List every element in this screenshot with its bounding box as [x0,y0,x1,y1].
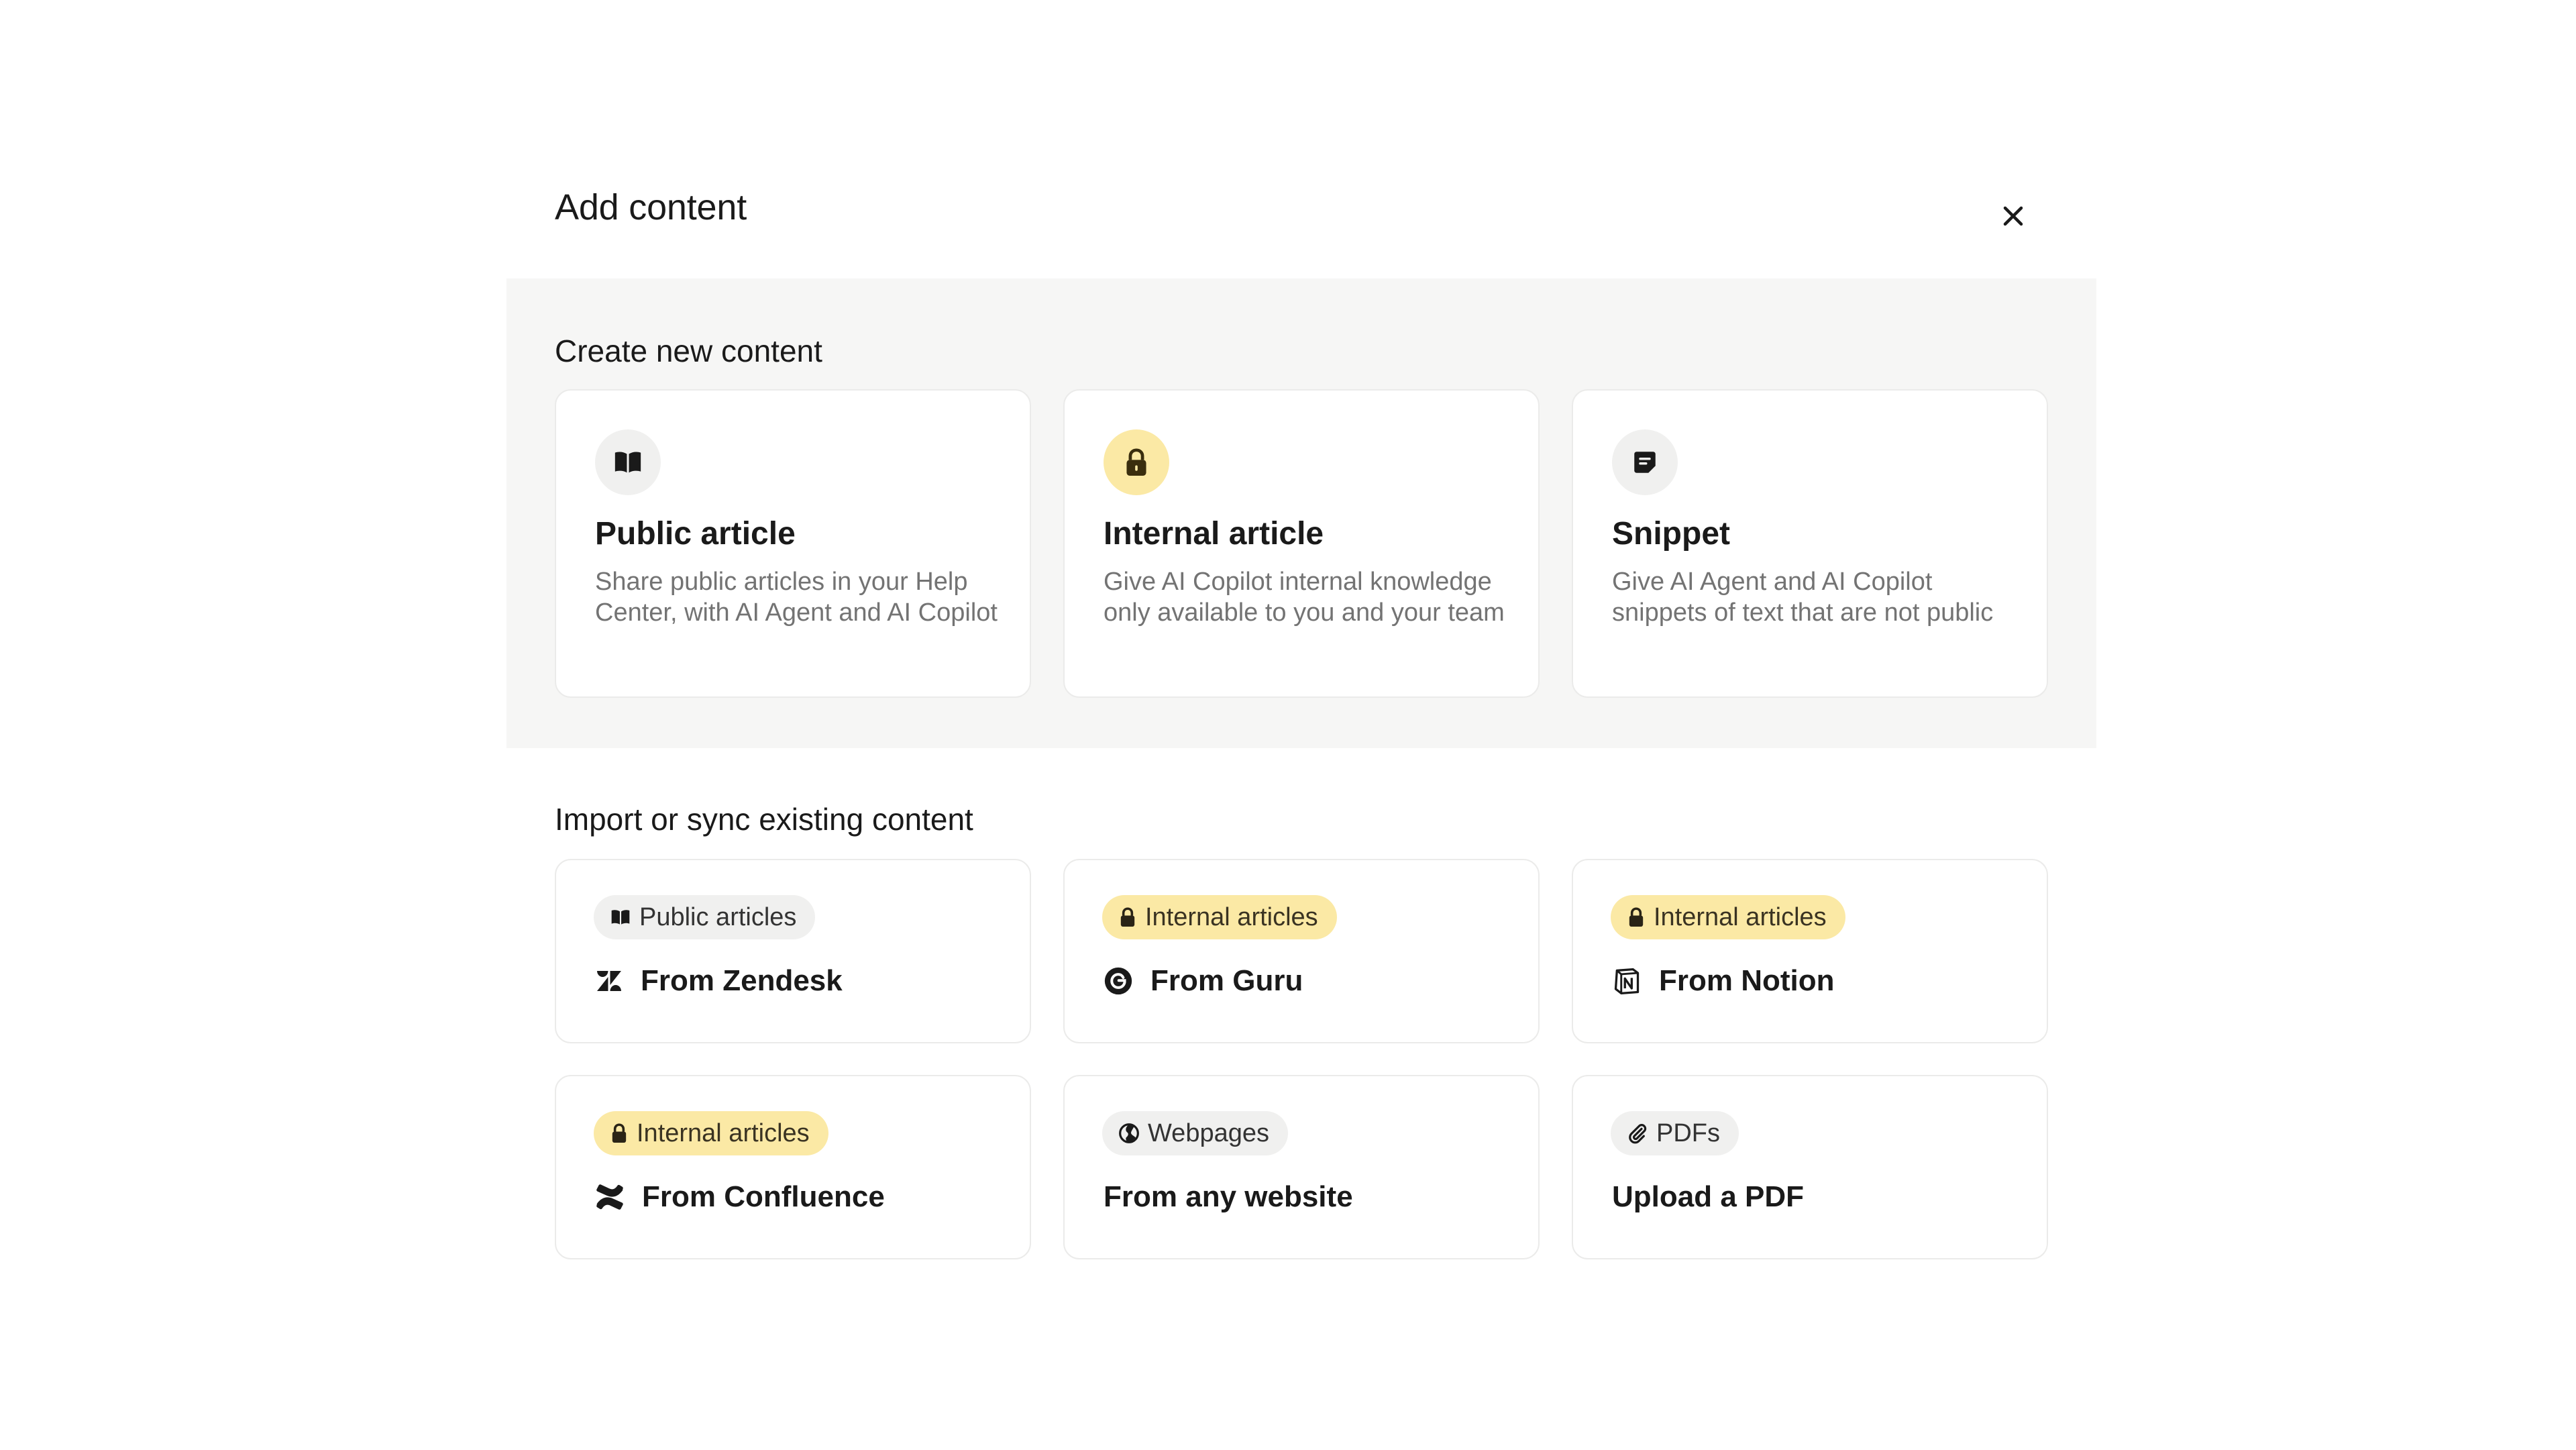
snippet-description: Give AI Agent and AI Copilot snippets of… [1612,568,1994,627]
upload-pdf-card[interactable]: PDFs Upload a PDF [1572,1075,2048,1259]
import-notion-card[interactable]: Internal articles From Notion [1572,859,2048,1043]
import-website-card[interactable]: Webpages From any website [1063,1075,1540,1259]
paperclip-icon [1629,1124,1647,1144]
lock-icon [1629,907,1644,927]
internal-article-icon-circle [1104,429,1169,495]
internal-article-title: Internal article [1104,516,1324,552]
internal-articles-badge: Internal articles [1102,895,1337,939]
upload-pdf-label: Upload a PDF [1612,1177,1804,1217]
badge-label: Internal articles [637,1119,810,1147]
badge-label: PDFs [1656,1119,1720,1147]
modal-title: Add content [555,187,747,227]
public-article-title: Public article [595,516,796,552]
import-section-title: Import or sync existing content [555,802,973,837]
import-notion-text: From Notion [1659,964,1835,997]
badge-label: Public articles [639,902,797,931]
badge-label: Internal articles [1145,902,1318,931]
create-section-title: Create new content [555,333,822,368]
import-zendesk-text: From Zendesk [641,964,843,997]
import-notion-label: From Notion [1612,961,1835,1001]
lock-icon [1120,907,1135,927]
guru-icon [1104,967,1132,995]
globe-icon [1119,1123,1139,1143]
notion-icon [1614,968,1640,994]
import-guru-card[interactable]: Internal articles From Guru [1063,859,1540,1043]
close-icon [2003,206,2023,226]
public-articles-badge: Public articles [594,895,816,939]
modal-header: Add content [506,161,2096,278]
snippet-title: Snippet [1612,516,1730,552]
upload-pdf-text: Upload a PDF [1612,1180,1805,1213]
confluence-icon [596,1184,623,1210]
import-confluence-card[interactable]: Internal articles From Confluence [555,1075,1031,1259]
internal-articles-badge: Internal articles [594,1111,828,1155]
webpages-badge: Webpages [1102,1111,1288,1155]
internal-article-description: Give AI Copilot internal knowledge only … [1104,568,1505,627]
import-confluence-text: From Confluence [642,1180,885,1213]
import-guru-text: From Guru [1150,964,1303,997]
close-button[interactable] [1997,200,2029,232]
book-icon [611,910,630,925]
internal-article-card[interactable]: Internal article Give AI Copilot interna… [1063,389,1540,698]
lock-icon [1126,448,1146,476]
public-article-card[interactable]: Public article Share public articles in … [555,389,1031,698]
snippet-card[interactable]: Snippet Give AI Agent and AI Copilot sni… [1572,389,2048,698]
public-article-description: Share public articles in your Help Cente… [595,568,998,627]
note-icon [1634,452,1656,473]
import-zendesk-label: From Zendesk [595,961,843,1001]
zendesk-icon [597,971,621,991]
import-website-text: From any website [1104,1180,1353,1213]
create-new-content-section: Create new content Public article Share … [506,278,2096,748]
book-icon [614,452,641,473]
internal-articles-badge: Internal articles [1611,895,1845,939]
pdfs-badge: PDFs [1611,1111,1739,1155]
import-guru-label: From Guru [1104,961,1303,1001]
badge-label: Internal articles [1654,902,1827,931]
public-article-icon-circle [595,429,661,495]
lock-icon [612,1123,627,1143]
import-zendesk-card[interactable]: Public articles From Zendesk [555,859,1031,1043]
import-confluence-label: From Confluence [595,1177,885,1217]
snippet-icon-circle [1612,429,1678,495]
import-website-label: From any website [1104,1177,1353,1217]
add-content-modal: Add content Create new content Public ar… [506,161,2096,1315]
badge-label: Webpages [1148,1119,1269,1147]
